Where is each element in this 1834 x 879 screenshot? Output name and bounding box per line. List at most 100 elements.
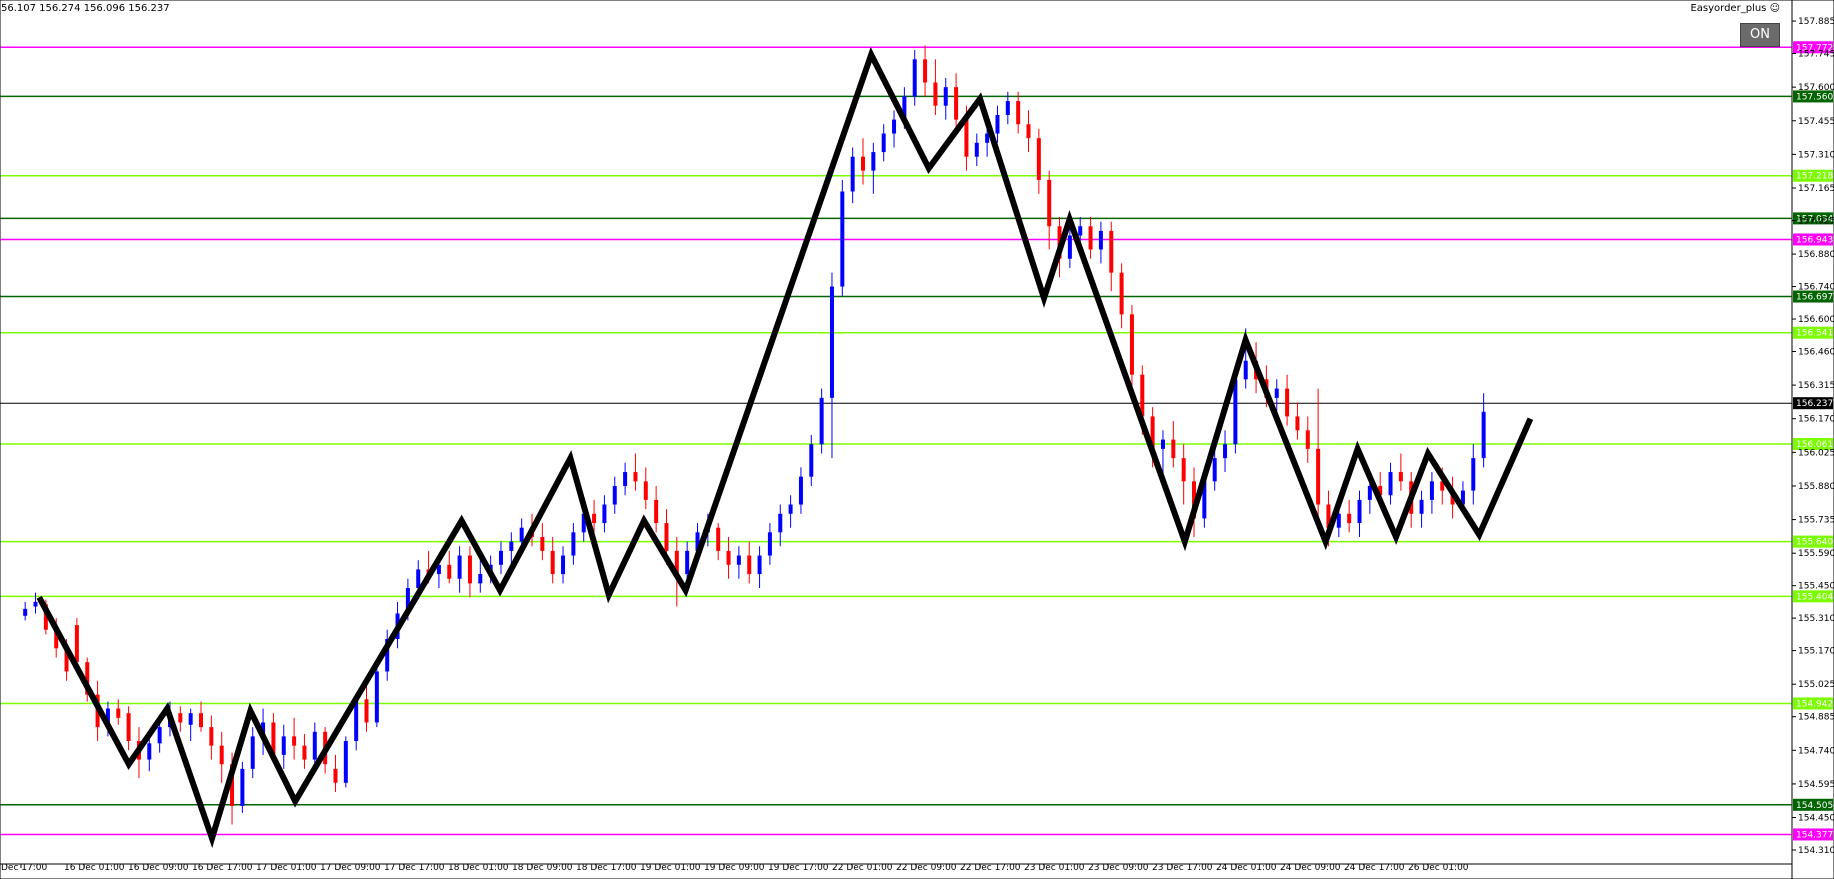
expert-advisor-label: Easyorder_plus ☺ xyxy=(1690,3,1780,14)
candle-body xyxy=(281,736,286,755)
candle-body xyxy=(343,741,348,783)
candle-body xyxy=(126,713,131,742)
time-tick-label: 23 Dec 09:00 xyxy=(1088,863,1149,873)
candle-body xyxy=(1067,235,1072,259)
price-tick-label: 157.885 xyxy=(1798,17,1834,27)
candle-body xyxy=(892,119,897,134)
candle-body xyxy=(974,142,979,157)
candle-body xyxy=(623,472,628,486)
candle-body xyxy=(219,745,224,765)
candle-body xyxy=(881,133,886,153)
price-tick-label: 157.455 xyxy=(1798,117,1834,127)
time-axis: Dec 17:00 16 Dec 01:00 16 Dec 09:00 16 Dec … xyxy=(1,863,1469,873)
level-price-label: 154.505 xyxy=(1796,801,1833,811)
candle-body xyxy=(861,156,866,171)
candle-body xyxy=(292,736,297,746)
price-tick-label: 155.880 xyxy=(1798,482,1834,492)
candle-body xyxy=(33,601,38,607)
candle-body xyxy=(716,527,721,551)
candle-body xyxy=(550,550,555,575)
price-tick-label: 156.460 xyxy=(1798,347,1834,357)
time-tick-label: 16 Dec 17:00 xyxy=(192,863,253,873)
level-price-label: 155.404 xyxy=(1796,592,1833,602)
level-price-label: 157.218 xyxy=(1796,172,1833,182)
candle-body xyxy=(478,574,483,584)
candle-body xyxy=(1119,272,1124,315)
time-tick-label: 17 Dec 01:00 xyxy=(256,863,317,873)
candle-body xyxy=(592,513,597,524)
time-tick-label: 19 Dec 01:00 xyxy=(640,863,701,873)
candle-body xyxy=(995,114,1000,134)
candle-body xyxy=(1285,388,1290,417)
candle-body xyxy=(1347,513,1352,524)
candle-body xyxy=(333,768,338,783)
candle-body xyxy=(250,736,255,769)
time-tick-label: 23 Dec 17:00 xyxy=(1152,863,1213,873)
time-tick-label: 18 Dec 01:00 xyxy=(448,863,509,873)
price-tick-label: 157.025 xyxy=(1798,216,1834,226)
candle-body xyxy=(498,550,503,565)
price-tick-label: 155.450 xyxy=(1798,582,1834,592)
candle-body xyxy=(1243,360,1248,380)
on-toggle-button[interactable]: ON xyxy=(1740,23,1780,47)
ohlc-readout: 56.107 156.274 156.096 156.237 xyxy=(1,3,170,14)
time-tick-label: 16 Dec 01:00 xyxy=(64,863,125,873)
candle-body xyxy=(829,286,834,398)
candle-body xyxy=(612,485,617,505)
candle-body xyxy=(540,536,545,551)
candle-body xyxy=(1026,124,1031,139)
candle-body xyxy=(809,444,814,477)
candle-body xyxy=(1481,411,1486,459)
time-tick-label: 22 Dec 17:00 xyxy=(960,863,1021,873)
price-tick-label: 154.450 xyxy=(1798,814,1834,824)
candle-body xyxy=(178,713,183,723)
candle-body xyxy=(685,550,690,575)
price-tick-label: 156.740 xyxy=(1798,283,1834,293)
candle-body xyxy=(871,152,876,171)
time-tick-label: 23 Dec 01:00 xyxy=(1024,863,1085,873)
candle-body xyxy=(1078,226,1083,236)
candle-body xyxy=(1419,499,1424,514)
candle-body xyxy=(788,504,793,514)
candle-body xyxy=(364,699,369,723)
candle-body xyxy=(923,59,928,83)
candle-body xyxy=(1367,485,1372,500)
candle-body xyxy=(633,472,638,482)
candle-body xyxy=(1274,388,1279,398)
candle-body xyxy=(1109,230,1114,273)
candle-body xyxy=(209,727,214,746)
candle-body xyxy=(1098,230,1103,250)
time-tick-label: Dec 17:00 xyxy=(1,863,47,873)
candle-body xyxy=(571,532,576,556)
level-price-label: 157.560 xyxy=(1796,92,1833,102)
price-tick-label: 157.310 xyxy=(1798,150,1834,160)
price-tick-label: 155.170 xyxy=(1798,647,1834,657)
time-tick-label: 24 Dec 09:00 xyxy=(1280,863,1341,873)
time-tick-label: 22 Dec 09:00 xyxy=(896,863,957,873)
candle-body xyxy=(654,499,659,524)
price-tick-label: 155.590 xyxy=(1798,549,1834,559)
candle-body xyxy=(1047,179,1052,227)
price-tick-label: 155.735 xyxy=(1798,516,1834,526)
price-chart[interactable]: 157.772157.560157.218157.034156.943156.6… xyxy=(0,0,1834,879)
price-tick-label: 157.165 xyxy=(1798,184,1834,194)
candle-body xyxy=(912,59,917,97)
level-price-label: 154.377 xyxy=(1796,830,1833,840)
price-tick-label: 154.595 xyxy=(1798,780,1834,790)
price-tick-label: 154.885 xyxy=(1798,713,1834,723)
price-tick-label: 156.025 xyxy=(1798,448,1834,458)
candle-body xyxy=(643,481,648,500)
candle-body xyxy=(1171,439,1176,459)
level-lines: 157.772157.560157.218157.034156.943156.6… xyxy=(0,41,1833,841)
candle-body xyxy=(312,731,317,760)
price-tick-label: 157.600 xyxy=(1798,83,1834,93)
candle-body xyxy=(1233,379,1238,445)
price-tick-label: 157.745 xyxy=(1798,50,1834,60)
time-tick-label: 19 Dec 17:00 xyxy=(768,863,829,873)
time-tick-label: 26 Dec 01:00 xyxy=(1408,863,1469,873)
smiley-icon: ☺ xyxy=(1769,3,1780,14)
price-tick-label: 155.310 xyxy=(1798,614,1834,624)
candle-body xyxy=(954,87,959,120)
candle-body xyxy=(1295,416,1300,431)
price-tick-label: 154.310 xyxy=(1798,846,1834,856)
